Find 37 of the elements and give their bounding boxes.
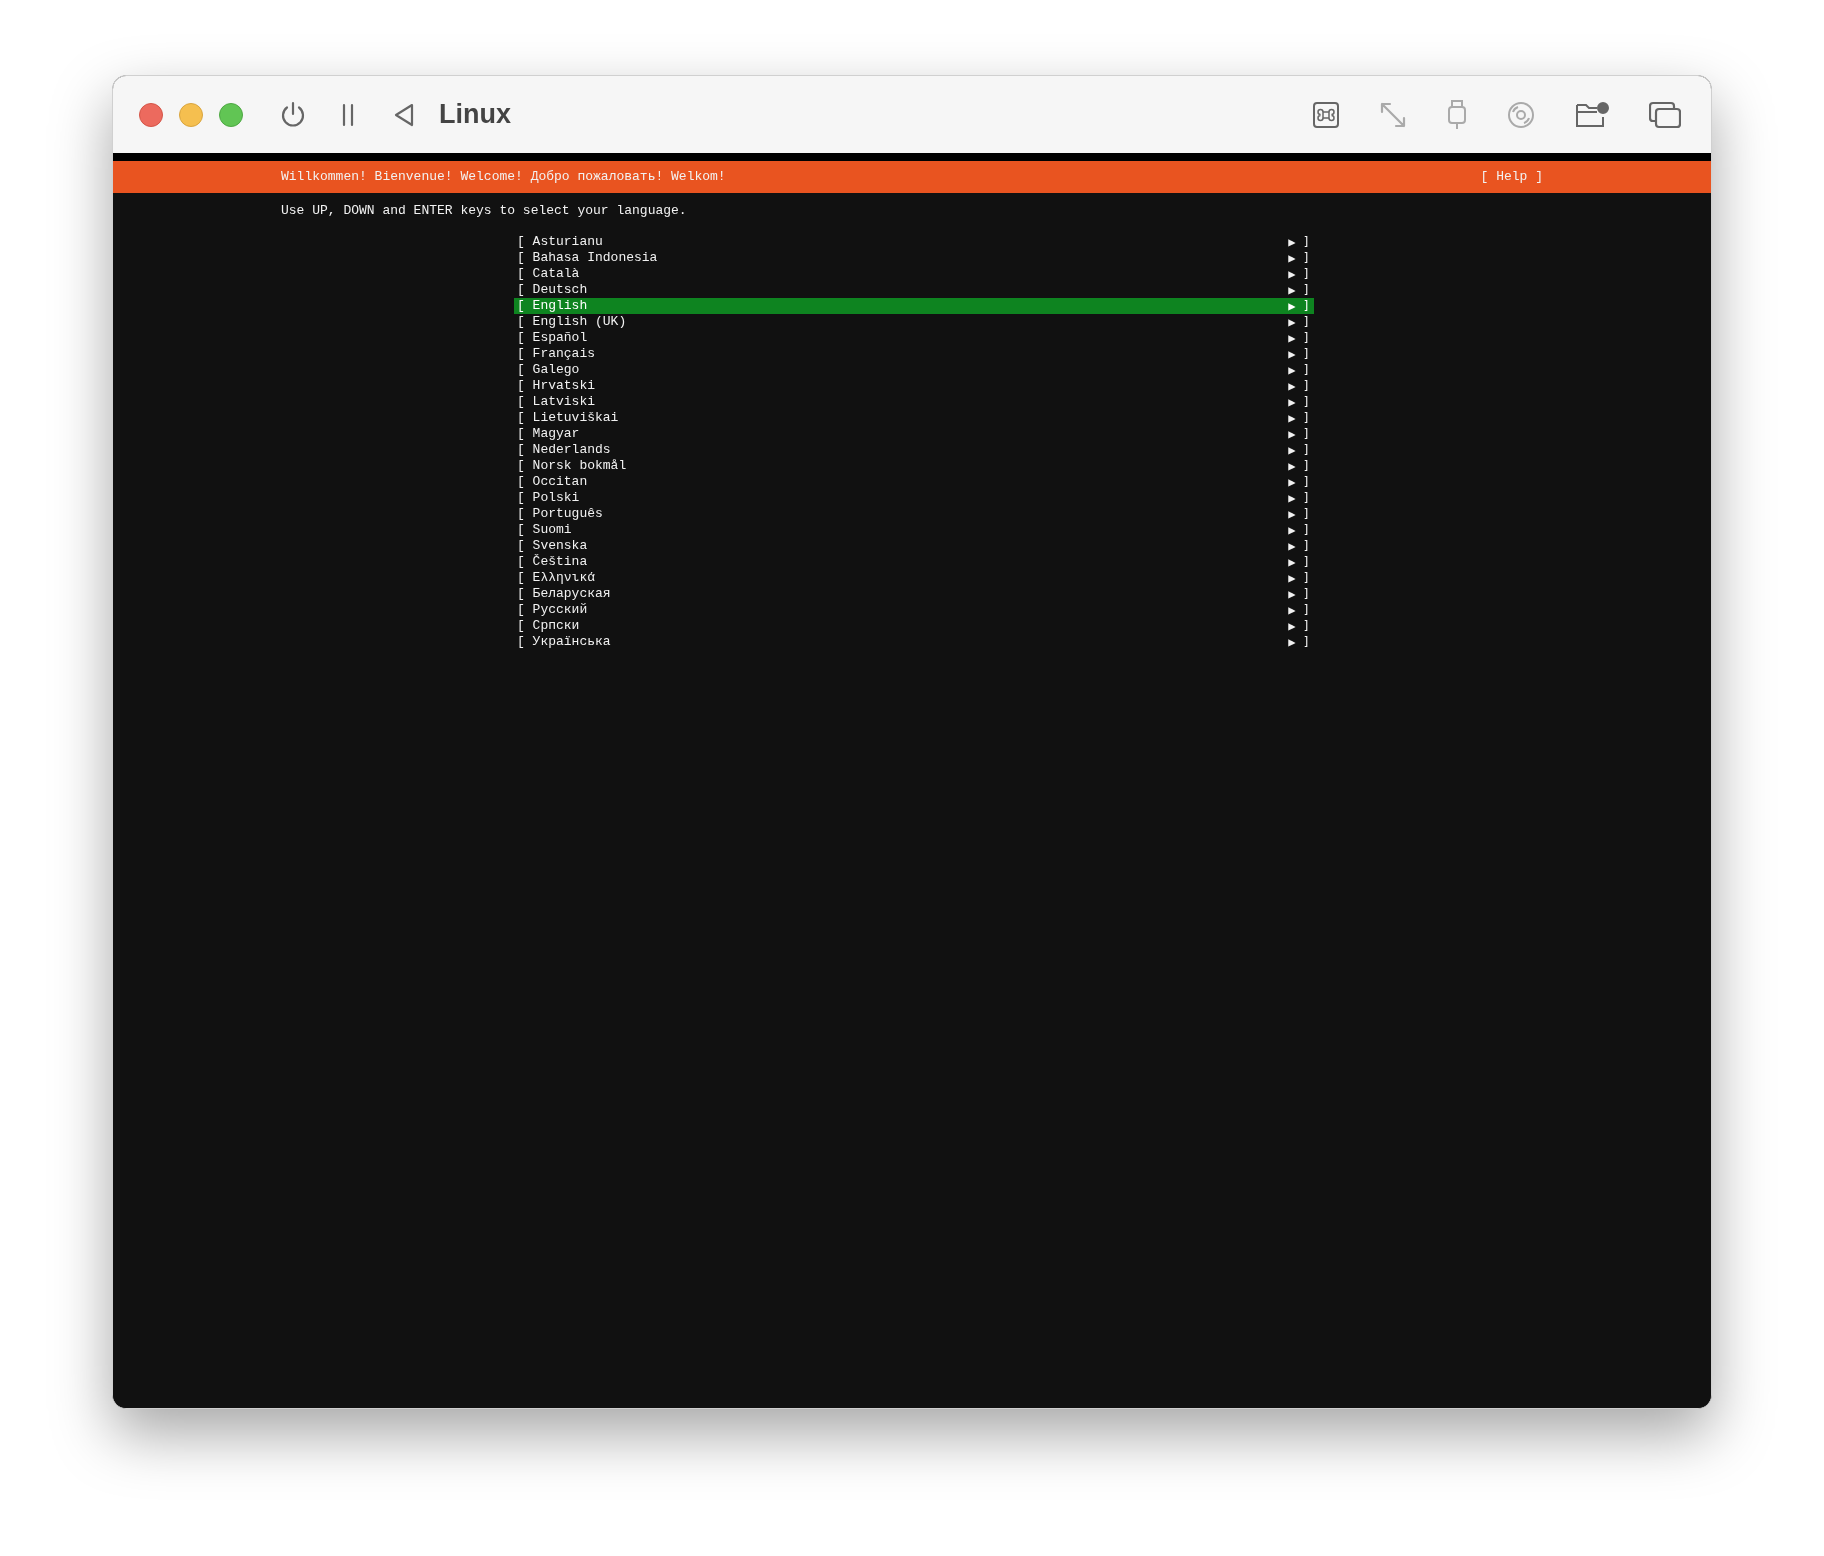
language-option[interactable]: [ Nederlands ▶ ]	[514, 442, 1314, 458]
windows-icon[interactable]	[1649, 100, 1681, 129]
language-option[interactable]: [ Čeština ▶ ]	[514, 554, 1314, 570]
language-option[interactable]: [ Українська ▶ ]	[514, 634, 1314, 650]
pause-icon[interactable]	[341, 102, 355, 127]
welcome-title: Willkommen! Bienvenue! Welcome! Добро пожаловать! Welkom!	[281, 168, 726, 187]
window-title: Linux	[439, 98, 511, 132]
language-option[interactable]: [ Occitan ▶ ]	[514, 474, 1314, 490]
language-option[interactable]: [ Galego ▶ ]	[514, 362, 1314, 378]
power-icon[interactable]	[279, 100, 307, 129]
language-option[interactable]: [ Latviski ▶ ]	[514, 394, 1314, 410]
language-option[interactable]: [ Français ▶ ]	[514, 346, 1314, 362]
back-triangle-icon[interactable]	[393, 102, 415, 127]
language-option[interactable]: [ Español ▶ ]	[514, 330, 1314, 346]
language-option[interactable]: [ Magyar ▶ ]	[514, 426, 1314, 442]
language-option[interactable]: [ Norsk bokmål ▶ ]	[514, 458, 1314, 474]
language-option[interactable]: [ Ελληνικά ▶ ]	[514, 570, 1314, 586]
language-option[interactable]: [ Lietuviškai ▶ ]	[514, 410, 1314, 426]
close-button[interactable]	[139, 102, 163, 127]
language-option[interactable]: [ Polski ▶ ]	[514, 490, 1314, 506]
language-option[interactable]: [ English (UK) ▶ ]	[514, 314, 1314, 330]
language-option[interactable]: [ Svenska ▶ ]	[514, 538, 1314, 554]
language-option[interactable]: [ English ▶ ]	[514, 298, 1314, 314]
language-option[interactable]: [ Bahasa Indonesia ▶ ]	[514, 250, 1314, 266]
language-option[interactable]: [ Беларуская ▶ ]	[514, 586, 1314, 602]
language-option[interactable]: [ Asturianu ▶ ]	[514, 234, 1314, 250]
command-key-icon[interactable]	[1313, 101, 1339, 128]
language-option[interactable]: [ Português ▶ ]	[514, 506, 1314, 522]
language-option[interactable]: [ Српски ▶ ]	[514, 618, 1314, 634]
shared-folder-icon[interactable]	[1575, 100, 1609, 129]
language-option[interactable]: [ Русский ▶ ]	[514, 602, 1314, 618]
language-option[interactable]: [ Català ▶ ]	[514, 266, 1314, 282]
instruction-text: Use UP, DOWN and ENTER keys to select your language.	[280, 203, 688, 219]
zoom-button[interactable]	[219, 102, 243, 127]
language-option[interactable]: [ Deutsch ▶ ]	[514, 282, 1314, 298]
language-option[interactable]: [ Suomi ▶ ]	[514, 522, 1314, 538]
language-option[interactable]: [ Hrvatski ▶ ]	[514, 378, 1314, 394]
